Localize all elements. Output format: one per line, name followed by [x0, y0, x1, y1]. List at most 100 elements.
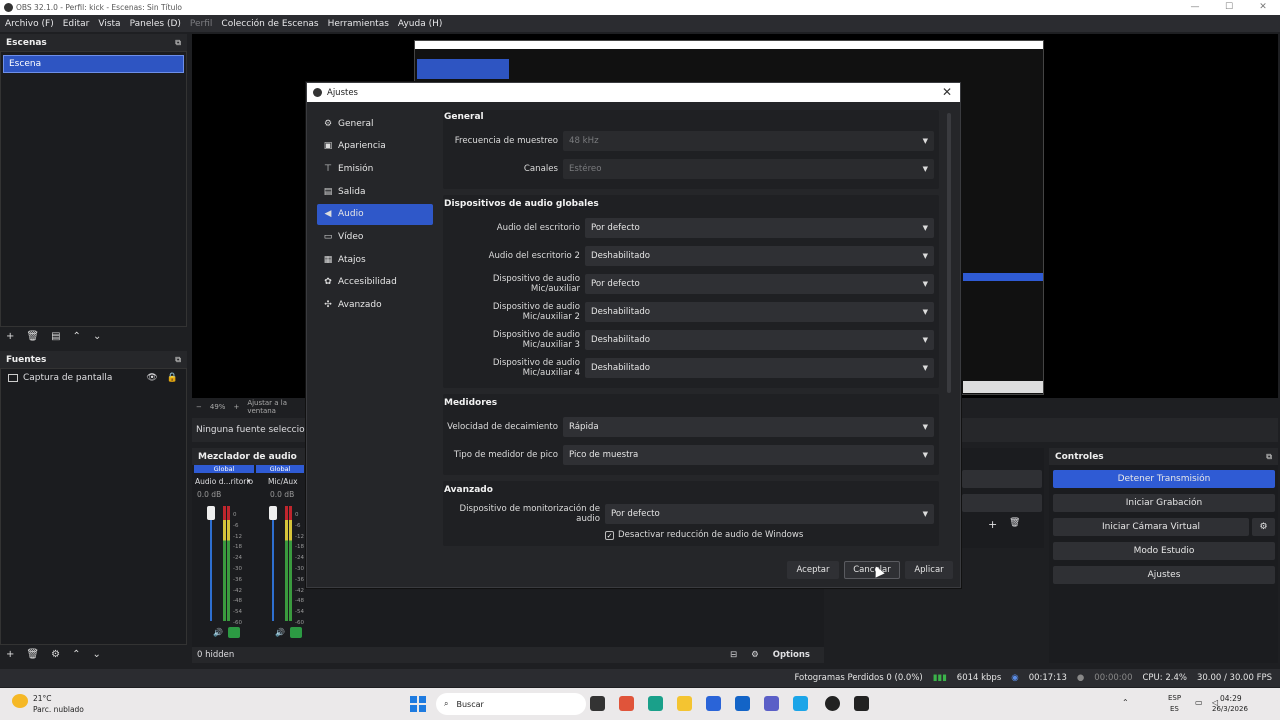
headphones-icon[interactable]	[228, 627, 240, 638]
fit-window-label[interactable]: Ajustar a la ventana	[247, 399, 312, 415]
add-icon[interactable]: +	[6, 331, 14, 342]
source-item[interactable]: Captura de pantalla 👁 🔒	[1, 369, 186, 387]
scene-item[interactable]: Escena	[3, 55, 184, 73]
start-virtual-camera-button[interactable]: Iniciar Cámara Virtual	[1053, 518, 1249, 536]
teams-icon[interactable]	[764, 696, 779, 711]
channel-1-fader-handle[interactable]	[207, 506, 215, 520]
settings-button[interactable]: Ajustes	[1053, 566, 1275, 584]
taskbar-search[interactable]: ⌕ Buscar	[436, 693, 586, 715]
trash-icon[interactable]: 🗑	[1009, 518, 1020, 528]
edge-icon[interactable]	[648, 696, 663, 711]
nav-audio[interactable]: ◀ Audio	[317, 203, 433, 225]
ducking-checkbox-row[interactable]: ✓ Desactivar reducción de audio de Window…	[605, 530, 939, 540]
layout-icon[interactable]: ⊟	[730, 650, 737, 660]
speaker-icon[interactable]: 🔊	[213, 628, 223, 637]
chevron-up-icon[interactable]: ⌃	[1122, 698, 1129, 707]
nav-general[interactable]: ⚙ General	[317, 113, 433, 134]
nav-accesibilidad[interactable]: ✿ Accesibilidad	[317, 272, 433, 293]
chevron-down-icon[interactable]: ⌄	[93, 331, 101, 342]
channels-select[interactable]: Estéreo ▼	[563, 159, 934, 179]
stop-stream-button[interactable]: Detener Transmisión	[1053, 470, 1275, 488]
folder-icon[interactable]	[677, 696, 692, 711]
menu-perfil[interactable]: Perfil	[190, 19, 213, 29]
minimize-button[interactable]: —	[1178, 0, 1212, 15]
app-icon[interactable]	[854, 696, 869, 711]
outlook-icon[interactable]	[735, 696, 750, 711]
undock-icon[interactable]: ⧉	[175, 38, 181, 48]
ok-button[interactable]: Aceptar	[787, 561, 839, 579]
sample-rate-select[interactable]: 48 kHz ▼	[563, 131, 934, 151]
options-button[interactable]: Options	[773, 650, 810, 660]
menu-ayuda[interactable]: Ayuda (H)	[398, 19, 442, 29]
lock-icon[interactable]: 🔒	[167, 373, 178, 383]
add-icon[interactable]: +	[988, 518, 997, 531]
close-window-button[interactable]: ✕	[1246, 0, 1280, 15]
channel-2-name[interactable]: Mic/Aux	[268, 477, 298, 486]
settings-dialog: Ajustes ✕ ⚙ General ▣ Apariencia ⊤ Emisión …	[306, 82, 961, 588]
gear-icon[interactable]: ⚙	[751, 650, 759, 660]
channel-1-menu-icon[interactable]: ▾	[247, 477, 251, 485]
menu-archivo[interactable]: Archivo (F)	[5, 19, 54, 29]
menu-herramientas[interactable]: Herramientas	[328, 19, 389, 29]
zoom-out-icon[interactable]: −	[196, 403, 202, 411]
language-label-2[interactable]: ES	[1170, 705, 1179, 713]
nav-salida[interactable]: ▤ Salida	[317, 181, 433, 202]
headphones-icon[interactable]	[290, 627, 302, 638]
close-icon[interactable]: ✕	[942, 85, 952, 99]
obs-icon[interactable]	[825, 696, 840, 711]
weather-desc[interactable]: Parc. nublado	[33, 705, 84, 714]
peak-meter-select[interactable]: Pico de muestra ▼	[563, 445, 934, 465]
windows-start-icon[interactable]	[410, 696, 426, 712]
section-title: Dispositivos de audio globales	[444, 199, 599, 209]
studio-mode-button[interactable]: Modo Estudio	[1053, 542, 1275, 560]
channel-1-name[interactable]: Audio d...ritorio	[195, 477, 253, 486]
app-icon[interactable]	[793, 696, 808, 711]
nav-apariencia[interactable]: ▣ Apariencia	[317, 136, 433, 157]
menu-paneles[interactable]: Paneles (D)	[130, 19, 181, 29]
channel-1-fader[interactable]	[210, 506, 212, 621]
mic-aux-4-select[interactable]: Deshabilitado ▼	[585, 358, 934, 378]
filter-icon[interactable]: ▤	[51, 331, 60, 342]
transition-select[interactable]	[962, 470, 1042, 488]
mixer-title: Mezclador de audio	[198, 451, 297, 462]
mic-aux-2-select[interactable]: Deshabilitado ▼	[585, 302, 934, 322]
start-recording-button[interactable]: Iniciar Grabación	[1053, 494, 1275, 512]
scrollbar[interactable]	[947, 113, 951, 393]
desktop-audio-select[interactable]: Por defecto ▼	[585, 218, 934, 238]
menu-vista[interactable]: Vista	[98, 19, 120, 29]
clock-date[interactable]: 26/3/2026	[1212, 705, 1248, 713]
app-icon[interactable]	[619, 696, 634, 711]
zoom-in-icon[interactable]: +	[233, 403, 239, 411]
monitoring-device-select[interactable]: Por defecto ▼	[605, 504, 934, 524]
desktop-audio-2-select[interactable]: Deshabilitado ▼	[585, 246, 934, 266]
channel-2-fader[interactable]	[272, 506, 274, 621]
nav-atajos[interactable]: ▦ Atajos	[317, 249, 433, 270]
nav-avanzado[interactable]: ✣ Avanzado	[317, 295, 433, 316]
chevron-up-icon[interactable]: ⌃	[73, 331, 81, 342]
gear-icon[interactable]: ⚙	[1252, 518, 1275, 536]
speaker-icon[interactable]: 🔊	[275, 628, 285, 637]
menu-coleccion[interactable]: Colección de Escenas	[221, 19, 318, 29]
channel-2-fader-handle[interactable]	[269, 506, 277, 520]
mic-aux-select[interactable]: Por defecto ▼	[585, 274, 934, 294]
apply-button[interactable]: Aplicar	[905, 561, 953, 579]
decay-rate-select[interactable]: Rápida ▼	[563, 417, 934, 437]
weather-temp[interactable]: 21°C	[33, 694, 52, 703]
nav-emision[interactable]: ⊤ Emisión	[317, 158, 433, 179]
clock-time[interactable]: 04:29	[1220, 694, 1242, 703]
duration-field[interactable]	[962, 494, 1042, 512]
nav-video[interactable]: ▭ Vídeo	[317, 226, 433, 247]
app-titlebar: OBS 32.1.0 - Perfil: kick - Escenas: Sin…	[0, 0, 1280, 15]
mic-aux-3-select[interactable]: Deshabilitado ▼	[585, 330, 934, 350]
store-icon[interactable]	[706, 696, 721, 711]
trash-icon[interactable]: 🗑	[26, 331, 39, 342]
eye-icon[interactable]: 👁	[146, 373, 157, 383]
network-icon[interactable]: ▭	[1195, 698, 1203, 707]
undock-icon[interactable]: ⧉	[175, 355, 181, 365]
undock-icon[interactable]: ⧉	[1266, 452, 1272, 462]
app-icon[interactable]	[590, 696, 605, 711]
checkbox[interactable]: ✓	[605, 530, 614, 540]
language-label[interactable]: ESP	[1168, 694, 1181, 702]
maximize-button[interactable]: ☐	[1212, 0, 1246, 15]
menu-editar[interactable]: Editar	[63, 19, 90, 29]
